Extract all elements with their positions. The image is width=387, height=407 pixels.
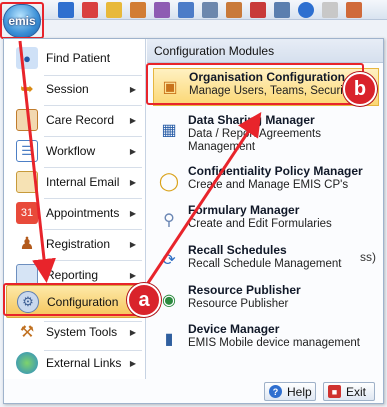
annotation-arrows	[18, 40, 262, 284]
annotation-badge-a: a	[127, 283, 161, 317]
annotation-badge-b: b	[343, 72, 377, 106]
